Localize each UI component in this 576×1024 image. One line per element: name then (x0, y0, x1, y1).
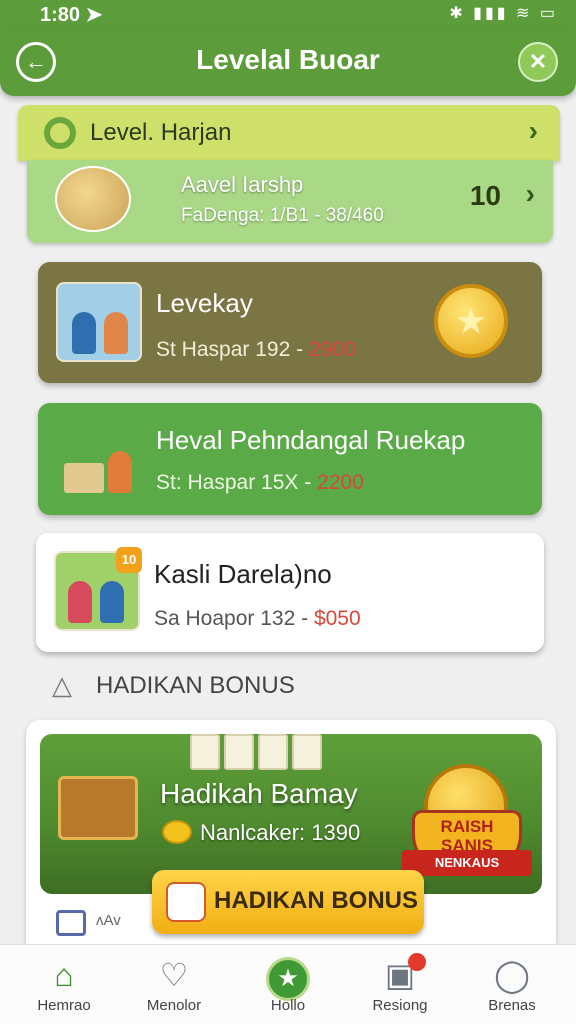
kid-figure (104, 312, 128, 354)
gold-coin-icon: ★ (434, 284, 508, 358)
kids-illustration (56, 282, 142, 362)
current-level-name: Aavel Iarshp (181, 172, 304, 197)
close-button[interactable]: ✕ (518, 42, 558, 82)
page-title: Levelal Buoar (196, 44, 380, 75)
tooth-icon: ♡ (159, 957, 189, 993)
bonus-emblem: RAISH SANIS NENKAUS (402, 764, 532, 884)
nav-resiong[interactable]: ▣ Resiong (350, 953, 450, 1023)
level-selector[interactable]: Level. Harjan › (18, 105, 560, 161)
kid-figure (100, 581, 124, 623)
level-range-text: St Haspar 192 - (156, 338, 309, 361)
current-level-card[interactable]: Aavel Iarshp FaDenga: 1/B1 - 38/460 10 › (27, 160, 553, 243)
level-points: 2200 (317, 471, 364, 494)
kid-figure (108, 451, 132, 493)
status-icons: ✱ ▮▮▮ ≋ ▭ (449, 5, 558, 22)
bottom-navigation: ⌂ Hemrao ♡ Menolor ★ Hollo ▣ Resiong ◯ B… (0, 944, 576, 1024)
level-range: St: Haspar 15X - 2200 (156, 471, 364, 495)
bonus-banner-title: Hadikah Bamay (160, 778, 358, 809)
coin-icon (162, 820, 192, 844)
kid-figure (68, 581, 92, 623)
status-time: 1:80 ➤ (40, 4, 103, 26)
kid-figure (72, 312, 96, 354)
gear-icon (44, 117, 76, 149)
calendar-icon (56, 910, 86, 936)
bonus-footer-text: ʌAv (96, 912, 121, 929)
level-card[interactable]: Heval Pehndangal Ruekap St: Haspar 15X -… (38, 403, 542, 515)
nav-hollo[interactable]: ★ Hollo (238, 953, 338, 1023)
level-range: Sa Hoapor 132 - $050 (154, 607, 361, 631)
photo-cards (190, 734, 330, 770)
bonus-banner-value: Nanlcaker: 1390 (200, 820, 361, 845)
current-level-count: 10 (469, 180, 501, 211)
level-name: Heval Pehndangal Ruekap (156, 425, 466, 455)
close-icon: ✕ (528, 49, 548, 74)
user-icon: ◯ (494, 957, 530, 993)
level-name: Kasli Darela)no (154, 559, 332, 589)
nav-label: Hemrao (37, 997, 91, 1014)
level-card[interactable]: Levekay St Haspar 192 - 2900 ★ (38, 262, 542, 383)
emblem-ribbon: NENKAUS (402, 850, 532, 876)
bonus-icon (166, 882, 206, 922)
nav-label: Menolor (146, 997, 202, 1014)
level-name: Levekay (156, 288, 253, 318)
treasure-chest-icon (58, 776, 138, 840)
nav-label: Hollo (270, 997, 306, 1014)
level-points: 2900 (308, 338, 356, 361)
nav-menolor[interactable]: ♡ Menolor (124, 953, 224, 1023)
home-icon: ⌂ (54, 957, 74, 993)
level-range-text: Sa Hoapor 132 - (154, 607, 314, 630)
bonus-button-label: HADIKAN BONUS (214, 887, 418, 914)
nav-brenas[interactable]: ◯ Brenas (462, 953, 562, 1023)
level-card[interactable]: 10 Kasli Darela)no Sa Hoapor 132 - $050 (36, 533, 544, 652)
level-range: St Haspar 192 - 2900 (156, 338, 356, 362)
nav-home[interactable]: ⌂ Hemrao (14, 953, 114, 1023)
app-header: ← Levelal Buoar ✕ (0, 28, 576, 96)
level-selector-label: Level. Harjan (90, 119, 232, 146)
level-range-text: St: Haspar 15X - (156, 471, 318, 494)
books-illustration (56, 419, 142, 499)
chevron-right-icon: › (525, 178, 535, 209)
books-stack (64, 463, 104, 493)
level-points: $050 (313, 607, 361, 630)
gift-icon: ▣ (384, 957, 416, 993)
level-badge: 10 (116, 547, 142, 573)
chevron-right-icon: › (528, 115, 538, 146)
bonus-card: Hadikah Bamay Nanlcaker: 1390 RAISH SANI… (26, 720, 556, 956)
bell-icon: △ (52, 670, 72, 700)
section-title: HADIKAN BONUS (96, 672, 295, 699)
current-level-range: FaDenga: 1/B1 - 38/460 (181, 205, 384, 226)
status-bar: 1:80 ➤ ✱ ▮▮▮ ≋ ▭ (0, 0, 576, 28)
coin-stack-icon (55, 166, 131, 232)
nav-label: Brenas (488, 997, 536, 1014)
bonus-button[interactable]: HADIKAN BONUS (152, 870, 424, 934)
notification-badge (408, 953, 426, 971)
star-icon: ★ (238, 953, 338, 1001)
nav-label: Resiong (372, 997, 428, 1014)
